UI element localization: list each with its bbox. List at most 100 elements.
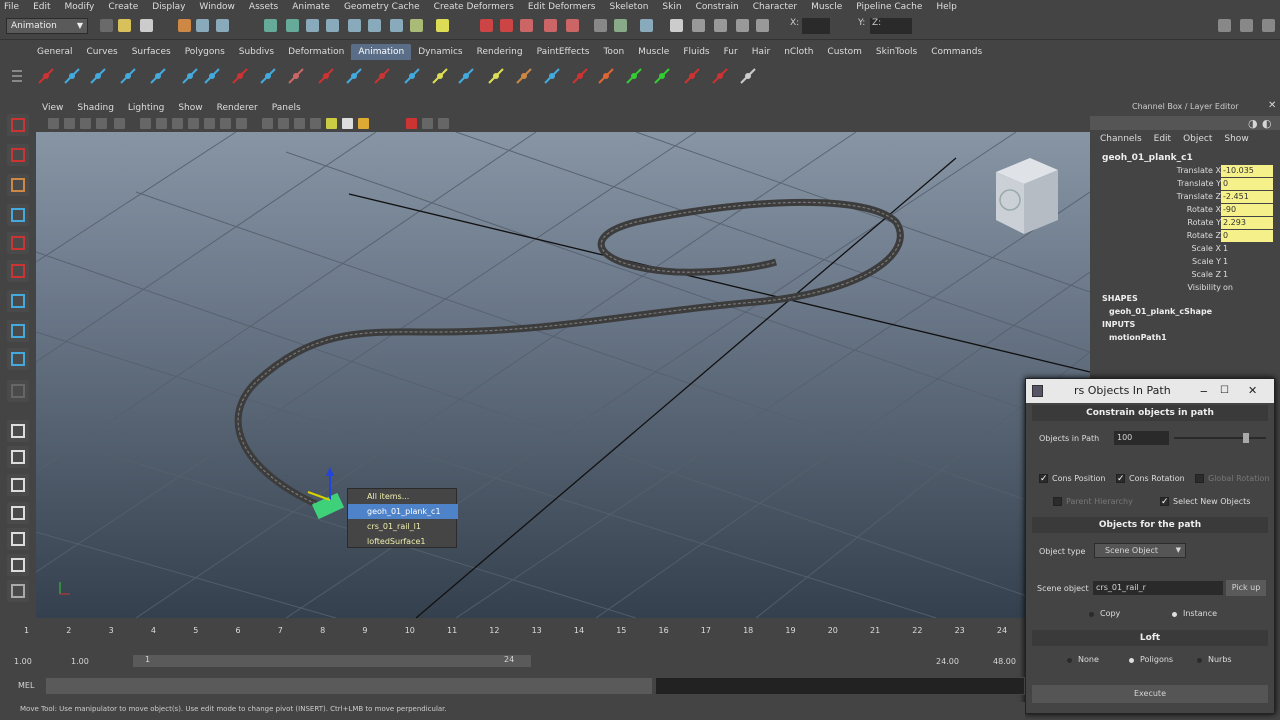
viewport-tool-icon[interactable] [422, 118, 433, 129]
viewport-tool-icon[interactable] [156, 118, 167, 129]
attribute-value[interactable]: 1 [1221, 256, 1273, 268]
tab-animation[interactable]: Animation [351, 44, 412, 60]
cons-rotation-checkbox[interactable]: ✓ [1116, 474, 1125, 484]
menu-constrain[interactable]: Constrain [696, 2, 739, 12]
shelf-tool-icon[interactable] [624, 66, 644, 86]
pick-up-button[interactable]: Pick up [1226, 580, 1266, 596]
tab-curves[interactable]: Curves [79, 44, 124, 60]
menu-skin[interactable]: Skin [662, 2, 681, 12]
tab-ncloth[interactable]: nCloth [777, 44, 820, 60]
viewport-tool-icon[interactable] [294, 118, 305, 129]
status-tool-icon[interactable] [368, 19, 381, 32]
shelf-tool-icon[interactable] [570, 66, 590, 86]
attribute-row[interactable]: Rotate X -90 [1100, 204, 1275, 217]
shelf-tool-icon[interactable] [682, 66, 702, 86]
z-field[interactable] [884, 18, 912, 34]
popup-item[interactable]: crs_01_rail_l1 [348, 519, 458, 534]
menu-muscle[interactable]: Muscle [811, 2, 842, 12]
animation-start-field[interactable]: 1.00 [71, 657, 89, 666]
status-tool-icon[interactable] [264, 19, 277, 32]
shelf-tool-icon[interactable] [596, 66, 616, 86]
status-tool-icon[interactable] [614, 19, 627, 32]
viewport-tool-icon[interactable] [80, 118, 91, 129]
range-start-field[interactable]: 1.00 [14, 657, 32, 666]
menu-edit[interactable]: Edit [33, 2, 50, 12]
instance-radio[interactable] [1172, 612, 1177, 617]
viewport-tool-icon[interactable] [406, 118, 417, 129]
loft-nurbs-radio[interactable] [1197, 658, 1202, 663]
status-tool-icon[interactable] [286, 19, 299, 32]
menu-edit-deformers[interactable]: Edit Deformers [528, 2, 596, 12]
status-tool-icon[interactable] [410, 19, 423, 32]
last-tool-icon[interactable] [7, 380, 29, 402]
attribute-row[interactable]: Scale X1 [1100, 243, 1275, 256]
viewport-tool-icon[interactable] [114, 118, 125, 129]
attribute-value[interactable]: -10.035 [1221, 165, 1273, 177]
attribute-value[interactable]: -90 [1221, 204, 1273, 216]
attribute-value[interactable]: -2.451 [1221, 191, 1273, 203]
tab-hair[interactable]: Hair [745, 44, 777, 60]
viewport-menu-renderer[interactable]: Renderer [217, 103, 258, 113]
persp-outliner-icon[interactable] [7, 474, 29, 496]
menu-display[interactable]: Display [152, 2, 185, 12]
viewport-tool-icon[interactable] [236, 118, 247, 129]
scale-tool-icon[interactable] [7, 260, 29, 282]
attribute-value[interactable]: on [1221, 282, 1273, 294]
attribute-row[interactable]: Rotate Z0 [1100, 230, 1275, 243]
status-tool-icon[interactable] [118, 19, 131, 32]
shelf-tool-icon[interactable] [258, 66, 278, 86]
layer-icon[interactable]: ◐ [1262, 117, 1272, 130]
loft-none-radio[interactable] [1067, 658, 1072, 663]
tab-commands[interactable]: Commands [924, 44, 989, 60]
status-tool-icon[interactable] [216, 19, 229, 32]
tab-polygons[interactable]: Polygons [178, 44, 232, 60]
viewport-menu-shading[interactable]: Shading [77, 103, 114, 113]
tab-rendering[interactable]: Rendering [470, 44, 530, 60]
section-loft[interactable]: Loft [1032, 630, 1268, 646]
status-tool-icon[interactable] [178, 19, 191, 32]
status-tool-icon[interactable] [640, 19, 653, 32]
menu-geometry-cache[interactable]: Geometry Cache [344, 2, 420, 12]
cons-position-checkbox[interactable]: ✓ [1039, 474, 1048, 484]
popup-item[interactable]: All items... [348, 489, 458, 504]
status-tool-icon[interactable] [500, 19, 513, 32]
tab-general[interactable]: General [30, 44, 79, 60]
panel-toggle-icon[interactable] [1218, 19, 1231, 32]
command-input[interactable] [46, 678, 652, 694]
tab-surfaces[interactable]: Surfaces [125, 44, 178, 60]
minimize-icon[interactable]: ‒ [1200, 379, 1208, 403]
status-tool-icon[interactable] [544, 19, 557, 32]
shelf-tool-icon[interactable] [88, 66, 108, 86]
paint-select-icon[interactable] [7, 174, 29, 196]
attribute-row[interactable]: Translate Z -2.451 [1100, 191, 1275, 204]
tab-subdivs[interactable]: Subdivs [232, 44, 281, 60]
attribute-value[interactable]: 1 [1221, 269, 1273, 281]
input-node[interactable]: motionPath1 [1109, 333, 1167, 342]
maximize-icon[interactable]: ☐ [1220, 379, 1229, 403]
viewport-menu-view[interactable]: View [42, 103, 63, 113]
object-type-select[interactable]: Scene Object ▼ [1094, 543, 1186, 558]
viewport-menu-show[interactable]: Show [178, 103, 202, 113]
status-tool-icon[interactable] [520, 19, 533, 32]
objects-in-path-slider[interactable] [1174, 433, 1266, 443]
attribute-value[interactable]: 1 [1221, 243, 1273, 255]
view-cube[interactable] [988, 158, 1058, 234]
status-tool-icon[interactable] [436, 19, 449, 32]
status-tool-icon[interactable] [594, 19, 607, 32]
viewport-tool-icon[interactable] [342, 118, 353, 129]
scene-object-field[interactable]: crs_01_rail_r [1093, 581, 1223, 595]
tab-dynamics[interactable]: Dynamics [411, 44, 469, 60]
shelf-tool-icon[interactable] [514, 66, 534, 86]
viewport-tool-icon[interactable] [64, 118, 75, 129]
section-constrain[interactable]: Constrain objects in path [1032, 405, 1268, 421]
panel-toggle-icon[interactable] [1240, 19, 1253, 32]
status-tool-icon[interactable] [100, 19, 113, 32]
shelf-tool-icon[interactable] [402, 66, 422, 86]
channel-menu-channels[interactable]: Channels [1100, 134, 1142, 148]
tab-muscle[interactable]: Muscle [631, 44, 676, 60]
shelf-tool-icon[interactable] [456, 66, 476, 86]
attribute-row[interactable]: Scale Z1 [1100, 269, 1275, 282]
universal-manip-icon[interactable] [7, 290, 29, 312]
status-tool-icon[interactable] [692, 19, 705, 32]
shelf-tool-icon[interactable] [118, 66, 138, 86]
